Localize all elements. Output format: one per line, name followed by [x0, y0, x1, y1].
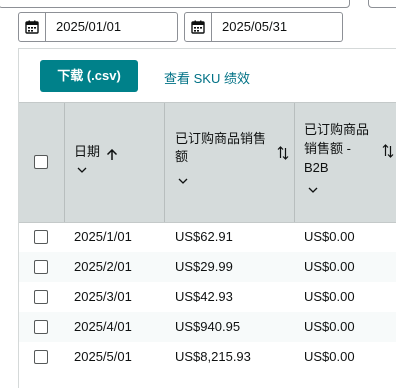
column-header-b2b-line1: 已订购商品 [304, 122, 370, 137]
table-row: 2025/3/01 US$42.93 US$0.00 [19, 282, 396, 312]
column-header-ordered-sales-line1: 已订购商品销售 [175, 131, 267, 146]
table-header: 日期 已订购商品销售 额 已订购商品 销售额 - B2B [19, 102, 396, 223]
cell-date: 2025/4/01 [74, 319, 132, 334]
cell-date: 2025/1/01 [74, 229, 132, 244]
cell-date: 2025/5/01 [74, 349, 132, 364]
column-header-b2b-line2: 销售额 - [304, 141, 351, 156]
row-checkbox[interactable] [34, 230, 48, 244]
sort-toggle-icon[interactable] [277, 146, 289, 160]
view-sku-performance-link[interactable]: 查看 SKU 绩效 [164, 68, 250, 87]
column-header-ordered-sales-line2: 额 [175, 149, 189, 164]
start-date-input[interactable]: 2025/01/01 [46, 12, 178, 42]
chevron-down-icon[interactable] [77, 167, 87, 173]
cell-ordered-sales-b2b: US$0.00 [304, 229, 355, 244]
cell-ordered-sales-b2b: US$0.00 [304, 259, 355, 274]
row-checkbox[interactable] [34, 290, 48, 304]
row-checkbox[interactable] [34, 320, 48, 334]
filter-dropdown[interactable] [0, 0, 350, 8]
chevron-down-icon[interactable] [178, 178, 188, 184]
end-date-input[interactable]: 2025/05/31 [212, 12, 343, 42]
row-checkbox[interactable] [34, 350, 48, 364]
column-header-date[interactable]: 日期 [65, 103, 163, 222]
sort-toggle-icon[interactable] [382, 144, 394, 158]
table-row: 2025/5/01 US$8,215.93 US$0.00 [19, 342, 396, 372]
start-date-calendar-button[interactable] [18, 12, 46, 42]
column-header-ordered-sales[interactable]: 已订购商品销售 额 [165, 103, 293, 222]
table-row: 2025/4/01 US$940.95 US$0.00 [19, 312, 396, 342]
cell-ordered-sales: US$62.91 [175, 229, 233, 244]
column-header-date-label: 日期 [74, 144, 101, 159]
row-checkbox[interactable] [34, 260, 48, 274]
cell-ordered-sales-b2b: US$0.00 [304, 349, 355, 364]
calendar-icon [25, 20, 39, 34]
cell-ordered-sales: US$29.99 [175, 259, 233, 274]
report-toolbar: 下载 (.csv) 查看 SKU 绩效 [19, 49, 396, 101]
report-panel: 下载 (.csv) 查看 SKU 绩效 日期 已订购商品销售 额 已订购商品 销… [18, 48, 396, 388]
calendar-icon [191, 20, 205, 34]
column-header-b2b-line3: B2B [304, 160, 329, 175]
chevron-down-icon[interactable] [308, 187, 318, 193]
download-csv-button[interactable]: 下载 (.csv) [40, 60, 138, 92]
select-all-checkbox[interactable] [34, 155, 48, 169]
cell-ordered-sales: US$8,215.93 [175, 349, 251, 364]
filter-dropdown-secondary[interactable] [368, 0, 396, 8]
cell-ordered-sales: US$940.95 [175, 319, 241, 334]
cell-date: 2025/2/01 [74, 259, 132, 274]
table-row: 2025/2/01 US$29.99 US$0.00 [19, 252, 396, 282]
end-date-calendar-button[interactable] [184, 12, 212, 42]
sort-ascending-icon [106, 149, 118, 160]
cell-ordered-sales-b2b: US$0.00 [304, 289, 355, 304]
cell-ordered-sales-b2b: US$0.00 [304, 319, 355, 334]
cell-date: 2025/3/01 [74, 289, 132, 304]
cell-ordered-sales: US$42.93 [175, 289, 233, 304]
table-row: 2025/1/01 US$62.91 US$0.00 [19, 222, 396, 252]
column-header-ordered-sales-b2b[interactable]: 已订购商品 销售额 - B2B [295, 103, 396, 222]
